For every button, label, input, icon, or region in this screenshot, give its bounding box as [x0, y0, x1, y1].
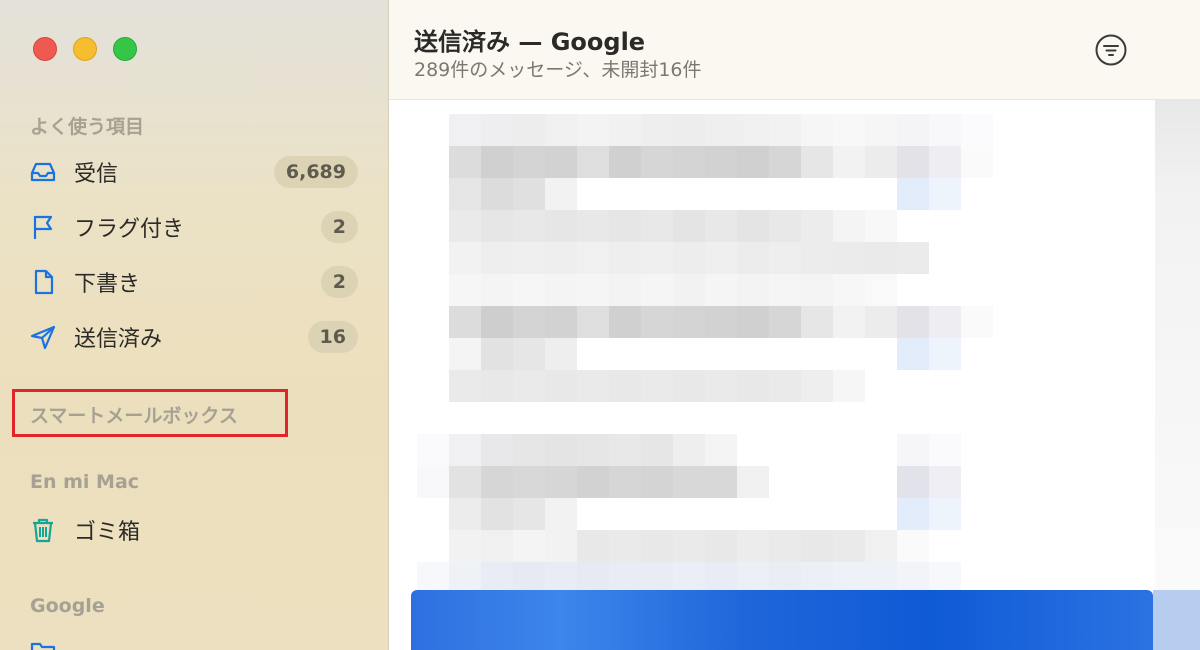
mailbox-title: 送信済み — Google: [414, 28, 646, 56]
sidebar-item-label: フラグ付き: [74, 217, 185, 242]
filter-icon: [1094, 34, 1128, 71]
zoom-window-button[interactable]: [113, 37, 137, 61]
flag-icon: [28, 212, 58, 242]
message-list-pane: 送信済み — Google 289件のメッセージ、未開封16件: [389, 0, 1200, 650]
selected-row-edge: [1153, 590, 1200, 650]
sidebar-item-trash[interactable]: ゴミ箱: [28, 510, 358, 550]
sidebar: よく使う項目 受信 6,689 フラグ付き 2 下書き 2 送信済み 16 スマ…: [0, 0, 389, 650]
sidebar-item-drafts[interactable]: 下書き 2: [28, 262, 358, 302]
document-icon: [28, 267, 58, 297]
count-badge: 2: [320, 266, 358, 298]
message-list-blurred[interactable]: [389, 100, 1200, 650]
sidebar-item-flagged[interactable]: フラグ付き 2: [28, 207, 358, 247]
minimize-window-button[interactable]: [73, 37, 97, 61]
filter-button[interactable]: [1094, 33, 1128, 67]
sidebar-item-inbox[interactable]: 受信 6,689: [28, 152, 358, 192]
favorites-section-title: よく使う項目: [30, 116, 145, 138]
unread-count-badge: 6,689: [273, 156, 358, 188]
folder-icon: [28, 635, 58, 650]
google-section-title[interactable]: Google: [30, 595, 105, 617]
scrollbar-track[interactable]: [1155, 100, 1200, 590]
annotation-highlight-box: [12, 389, 288, 437]
on-my-mac-section-title[interactable]: En mi Mac: [30, 471, 139, 493]
trash-icon: [28, 515, 58, 545]
inbox-icon: [28, 157, 58, 187]
sidebar-item-label: 送信済み: [74, 327, 163, 352]
paper-plane-icon: [28, 322, 58, 352]
count-badge: 16: [307, 321, 358, 353]
close-window-button[interactable]: [33, 37, 57, 61]
mailbox-subtitle: 289件のメッセージ、未開封16件: [414, 59, 702, 81]
selected-message-row[interactable]: [411, 590, 1153, 650]
sidebar-item-label: ゴミ箱: [74, 520, 141, 545]
sidebar-item-label: 下書き: [74, 272, 141, 297]
sidebar-item-label: 受信: [74, 162, 119, 187]
sidebar-item-google-folder[interactable]: [28, 630, 358, 650]
mailbox-header: 送信済み — Google 289件のメッセージ、未開封16件: [389, 0, 1200, 100]
sidebar-item-sent[interactable]: 送信済み 16: [28, 317, 358, 357]
count-badge: 2: [320, 211, 358, 243]
window-controls: [33, 37, 137, 61]
